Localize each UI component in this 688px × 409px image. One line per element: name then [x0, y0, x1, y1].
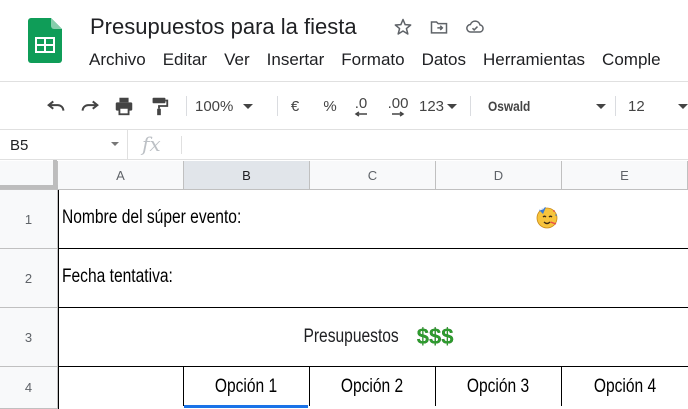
partying-face-emoji-icon	[536, 207, 558, 229]
chevron-down-icon	[111, 142, 119, 146]
cell-a2[interactable]: Fecha tentativa:	[62, 266, 173, 288]
row-header-1[interactable]: 1	[0, 190, 58, 249]
money-icons: $$$	[416, 324, 454, 349]
menu-insertar[interactable]: Insertar	[267, 50, 325, 70]
menu-bar: Archivo Editar Ver Insertar Formato Dato…	[89, 50, 661, 70]
toolbar-divider	[470, 96, 471, 116]
currency-format-button[interactable]: €	[284, 92, 306, 120]
select-all-corner[interactable]	[0, 160, 58, 190]
row-2: Fecha tentativa:	[58, 249, 688, 308]
move-to-folder-icon[interactable]	[428, 16, 450, 38]
menu-editar[interactable]: Editar	[163, 50, 207, 70]
formula-bar: B5 fx	[0, 130, 688, 160]
spreadsheet-grid: A B C D E 1 2 3 4 Nombre del súper event…	[0, 160, 688, 409]
more-formats-label: 123	[419, 97, 445, 115]
name-box-value: B5	[10, 136, 29, 154]
option-1-label: Opción 1	[215, 375, 278, 397]
column-header-d[interactable]: D	[436, 161, 562, 190]
print-icon[interactable]	[110, 92, 138, 120]
google-sheets-logo-icon[interactable]	[28, 18, 62, 64]
budget-heading: Presupuestos	[303, 326, 399, 347]
row-1: Nombre del súper evento:	[58, 190, 688, 249]
row-4: Opción 1 Opción 2 Opción 3 Opción 4	[58, 367, 688, 409]
toolbar-divider	[186, 96, 187, 116]
document-title[interactable]: Presupuestos para la fiesta	[90, 14, 357, 40]
more-formats-button[interactable]: 123	[419, 92, 463, 120]
toolbar: 100% € % .0 .00 123 Oswald 12	[0, 82, 688, 130]
cell-e4[interactable]: Opción 4	[562, 367, 688, 406]
toolbar-divider	[615, 96, 616, 116]
decrease-decimals-button[interactable]: .0	[349, 92, 373, 120]
option-2-label: Opción 2	[341, 375, 404, 397]
cell-b4[interactable]: Opción 1	[184, 367, 310, 406]
menu-complementos[interactable]: Comple	[602, 50, 661, 70]
font-family-value: Oswald	[488, 98, 531, 114]
row-header-2[interactable]: 2	[0, 249, 58, 308]
chevron-down-icon	[596, 103, 606, 109]
selected-cell-indicator	[184, 405, 308, 408]
font-size-value: 12	[628, 97, 645, 115]
redo-icon[interactable]	[76, 92, 104, 120]
cloud-saved-icon[interactable]	[464, 16, 486, 38]
paint-format-icon[interactable]	[145, 92, 173, 120]
column-header-b[interactable]: B	[184, 161, 310, 190]
row-header-4[interactable]: 4	[0, 367, 58, 409]
cell-d4[interactable]: Opción 3	[436, 367, 562, 406]
menu-formato[interactable]: Formato	[341, 50, 404, 70]
font-family-select[interactable]: Oswald	[488, 92, 606, 120]
option-4-label: Opción 4	[593, 375, 657, 397]
font-size-select[interactable]: 12	[628, 92, 688, 120]
fx-icon: fx	[142, 132, 161, 156]
undo-icon[interactable]	[42, 92, 70, 120]
increase-decimals-button[interactable]: .00	[384, 92, 412, 120]
chevron-down-icon	[678, 103, 688, 109]
cell-a3-merged[interactable]: Presupuestos $$$	[58, 308, 688, 366]
option-3-label: Opción 3	[467, 375, 530, 397]
title-bar: Presupuestos para la fiesta Archivo Edit…	[0, 0, 688, 82]
menu-ver[interactable]: Ver	[224, 50, 250, 70]
star-icon[interactable]	[392, 16, 414, 38]
chevron-down-icon	[447, 103, 458, 109]
menu-datos[interactable]: Datos	[422, 50, 466, 70]
menu-archivo[interactable]: Archivo	[89, 50, 146, 70]
column-header-c[interactable]: C	[310, 161, 436, 190]
row-header-3[interactable]: 3	[0, 308, 58, 367]
name-box[interactable]: B5	[0, 130, 128, 160]
decrease-decimals-label: .0	[354, 94, 368, 112]
formula-divider	[181, 136, 182, 154]
cell-c4[interactable]: Opción 2	[310, 367, 436, 406]
left-border	[58, 190, 59, 409]
percent-format-button[interactable]: %	[319, 92, 341, 120]
toolbar-divider	[277, 96, 278, 116]
cell-a4[interactable]	[58, 367, 184, 406]
formula-input[interactable]	[190, 130, 688, 160]
menu-herramientas[interactable]: Herramientas	[483, 50, 585, 70]
increase-decimals-label: .00	[387, 94, 409, 112]
zoom-select[interactable]: 100%	[195, 92, 267, 120]
column-header-e[interactable]: E	[562, 161, 688, 190]
chevron-down-icon	[243, 103, 254, 109]
row-3: Presupuestos $$$	[58, 308, 688, 367]
zoom-value: 100%	[195, 97, 234, 115]
cell-a1[interactable]: Nombre del súper evento:	[62, 207, 241, 229]
column-header-a[interactable]: A	[58, 161, 184, 190]
